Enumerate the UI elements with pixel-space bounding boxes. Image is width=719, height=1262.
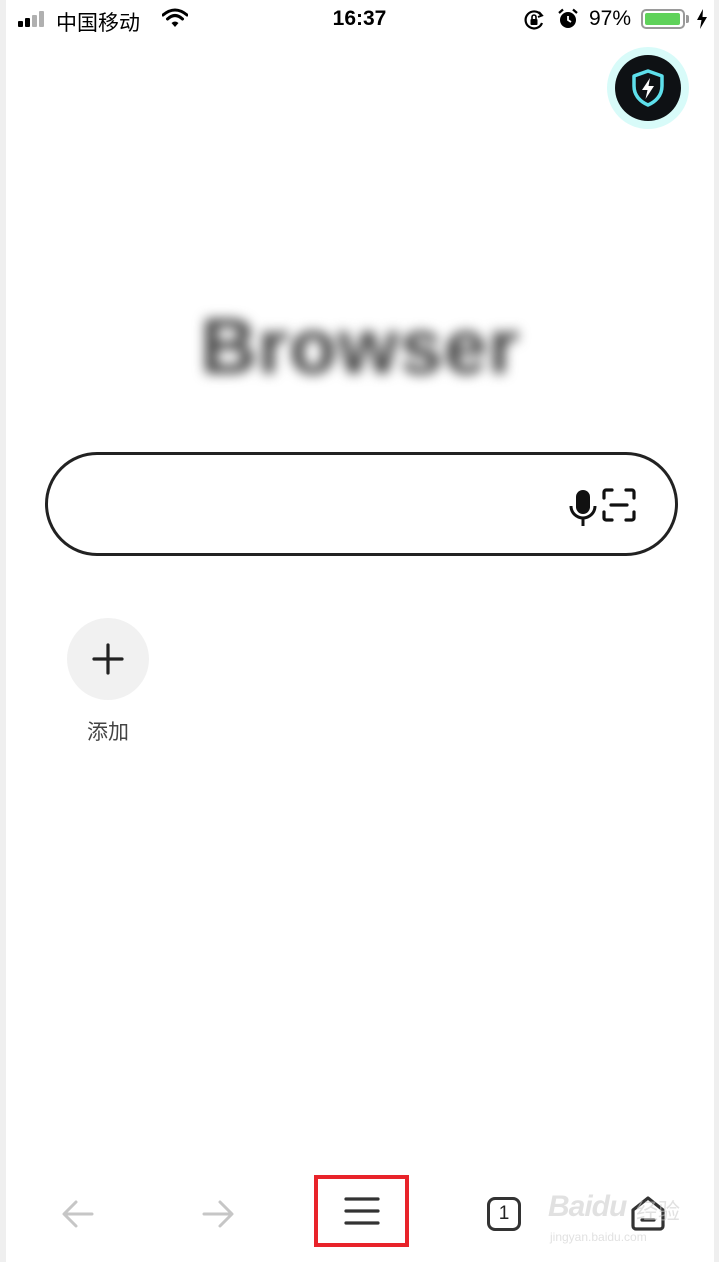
battery-icon — [641, 9, 685, 29]
browser-logo: Browser — [200, 301, 520, 390]
tabs-button[interactable]: 1 — [478, 1192, 530, 1236]
scan-icon[interactable] — [601, 487, 637, 528]
left-frame-edge — [0, 0, 6, 1262]
back-button[interactable] — [50, 1192, 106, 1236]
watermark-url: jingyan.baidu.com — [550, 1230, 647, 1244]
right-frame-edge — [714, 0, 719, 1262]
battery-percentage: 97% — [589, 7, 632, 30]
status-bar: 中国移动 16:37 97% — [0, 0, 719, 40]
forward-arrow-icon — [202, 1200, 234, 1228]
alarm-icon — [557, 8, 579, 35]
baidu-watermark: Baidu 经验 jingyan.baidu.com — [548, 1180, 698, 1250]
watermark-brand: Baidu — [548, 1190, 627, 1223]
plus-icon — [92, 643, 124, 675]
orientation-lock-icon — [523, 9, 545, 36]
battery-tip — [686, 15, 689, 23]
forward-button[interactable] — [190, 1192, 246, 1236]
watermark-brand-cn: 经验 — [636, 1200, 681, 1225]
charging-bolt-icon — [696, 9, 708, 34]
tab-count: 1 — [487, 1197, 521, 1231]
menu-button[interactable] — [314, 1175, 409, 1247]
microphone-icon[interactable] — [568, 488, 598, 533]
add-shortcut-label: 添加 — [87, 720, 129, 744]
menu-icon — [343, 1197, 380, 1225]
add-shortcut-button[interactable] — [67, 618, 149, 700]
security-shield-button[interactable] — [607, 47, 689, 129]
back-arrow-icon — [62, 1200, 94, 1228]
security-shield-bolt-icon — [615, 55, 681, 121]
search-bar[interactable] — [45, 452, 678, 556]
battery-fill — [645, 13, 680, 25]
